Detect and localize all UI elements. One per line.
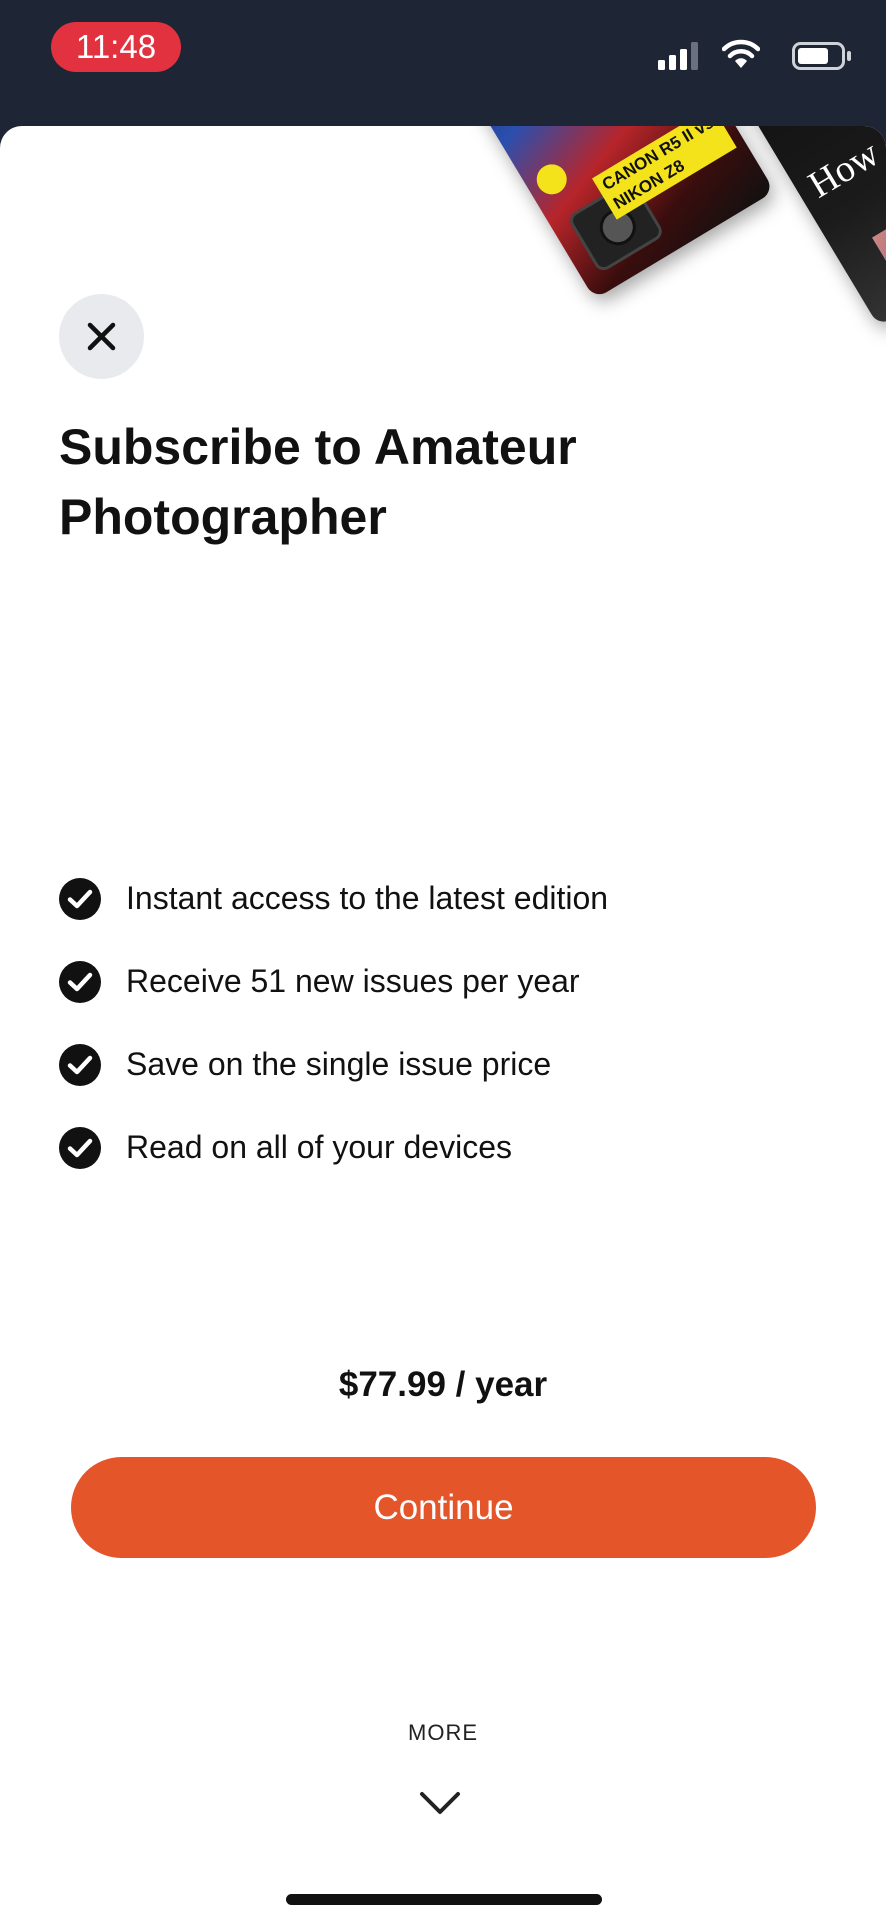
list-item: Instant access to the latest edition (59, 866, 819, 949)
chevron-down-icon[interactable] (418, 1789, 462, 1817)
check-circle-icon (59, 961, 101, 1003)
check-circle-icon (59, 1044, 101, 1086)
status-time[interactable]: 11:48 (51, 22, 181, 72)
feature-text: Save on the single issue price (126, 1046, 552, 1082)
list-item: Read on all of your devices (59, 1115, 819, 1198)
feature-text: Read on all of your devices (126, 1129, 512, 1165)
cover-photo (872, 191, 886, 298)
wifi-icon (722, 39, 760, 68)
price-label: $77.99 / year (338, 1365, 548, 1404)
cover-headline: How (801, 132, 886, 207)
close-button[interactable] (59, 294, 144, 379)
feature-list: Instant access to the latest edition Rec… (59, 866, 819, 1198)
more-label[interactable]: MORE (0, 1720, 886, 1746)
cover-strip-text: CANON R5 II vs NIKON Z8 (592, 126, 737, 220)
feature-text: Receive 51 new issues per year (126, 963, 580, 999)
status-bar: 11:48 (0, 0, 886, 128)
list-item: Save on the single issue price (59, 1032, 819, 1115)
list-item: Receive 51 new issues per year (59, 949, 819, 1032)
home-indicator[interactable] (286, 1894, 602, 1905)
close-icon (87, 322, 116, 351)
page-title: Subscribe to Amateur Photographer (59, 419, 577, 545)
magazine-cover-1: CANON R5 II vs NIKON Z8 (445, 126, 775, 300)
subscription-sheet: CANON R5 II vs NIKON Z8 PHO How Subscrib… (0, 126, 886, 1920)
battery-icon (792, 42, 851, 70)
continue-button[interactable]: Continue (71, 1457, 816, 1558)
check-circle-icon (59, 1127, 101, 1169)
signal-icon (658, 42, 698, 70)
cover-badge (531, 158, 573, 200)
cover-masthead: PHO (748, 126, 861, 136)
status-icons (652, 38, 852, 72)
check-circle-icon (59, 878, 101, 920)
feature-text: Instant access to the latest edition (126, 880, 609, 916)
